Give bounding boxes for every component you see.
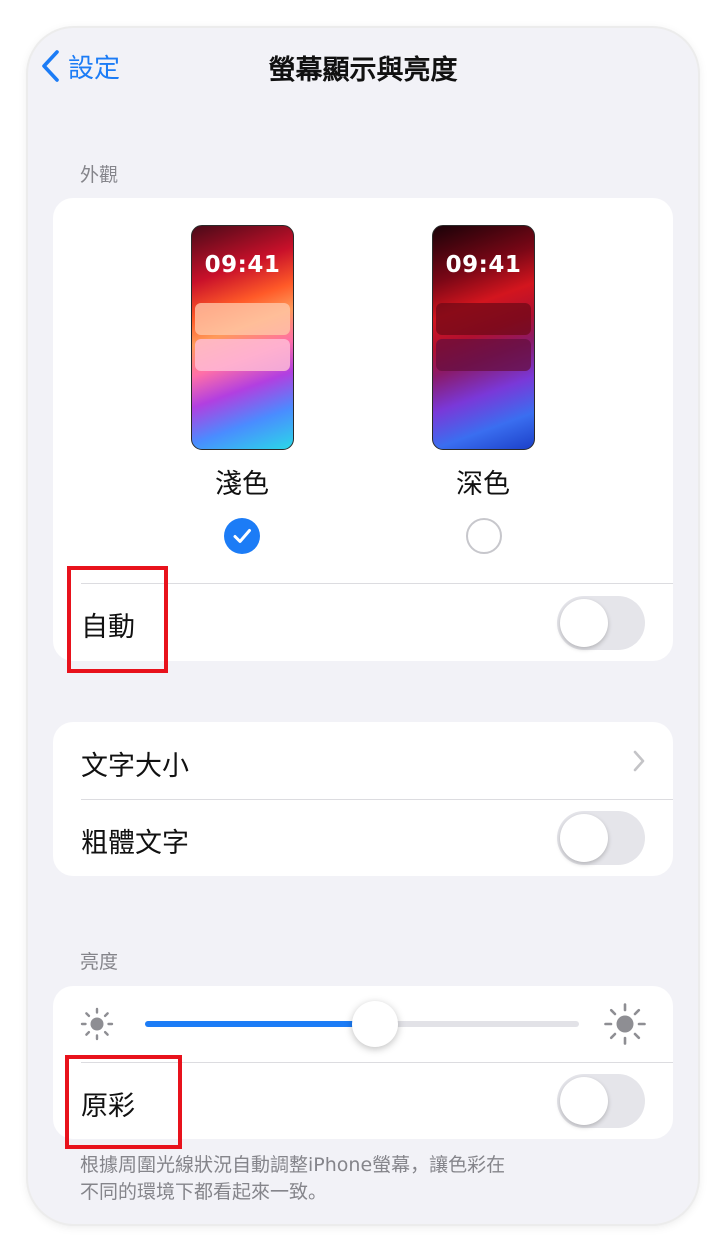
light-mode-label: 淺色 bbox=[215, 469, 269, 500]
sun-small-icon bbox=[79, 1006, 115, 1046]
true-tone-toggle[interactable] bbox=[557, 1074, 645, 1128]
navigation-bar: 設定 螢幕顯示與亮度 bbox=[28, 28, 698, 104]
brightness-card: 原彩 bbox=[53, 986, 673, 1139]
preview-widget bbox=[436, 303, 531, 335]
auto-appearance-toggle[interactable] bbox=[557, 596, 645, 650]
text-size-row[interactable]: 文字大小 bbox=[53, 722, 673, 799]
auto-appearance-label: 自動 bbox=[81, 612, 135, 643]
dark-mode-label: 深色 bbox=[456, 469, 510, 500]
checkmark-icon bbox=[224, 529, 260, 558]
preview-widget bbox=[436, 339, 531, 371]
preview-widget bbox=[195, 339, 290, 371]
true-tone-label: 原彩 bbox=[81, 1091, 135, 1122]
description-line: 不同的環境下都看起來一致。 bbox=[80, 1181, 328, 1203]
dark-mode-preview[interactable]: 09:41 bbox=[432, 225, 535, 450]
light-mode-preview[interactable]: 09:41 bbox=[191, 225, 294, 450]
brightness-slider-thumb[interactable] bbox=[352, 1001, 399, 1047]
text-size-label: 文字大小 bbox=[81, 751, 189, 782]
preview-widget bbox=[195, 303, 290, 335]
divider bbox=[81, 799, 673, 800]
description-line: 根據周圍光線狀況自動調整iPhone螢幕，讓色彩在 bbox=[80, 1154, 506, 1176]
chevron-right-icon bbox=[633, 750, 645, 776]
divider bbox=[81, 1062, 673, 1063]
preview-clock: 09:41 bbox=[204, 252, 281, 278]
toggle-knob bbox=[560, 1077, 608, 1125]
brightness-slider-fill bbox=[145, 1021, 376, 1027]
sun-large-icon bbox=[603, 1002, 647, 1050]
toggle-knob bbox=[560, 814, 608, 862]
appearance-card: 09:41 09:41 淺色 深色 自動 bbox=[53, 198, 673, 661]
divider bbox=[81, 583, 673, 584]
preview-clock: 09:41 bbox=[445, 252, 522, 278]
true-tone-description: 根據周圍光線狀況自動調整iPhone螢幕，讓色彩在 不同的環境下都看起來一致。 bbox=[80, 1152, 640, 1206]
section-header-appearance: 外觀 bbox=[80, 164, 119, 186]
dark-mode-radio[interactable] bbox=[466, 518, 502, 554]
section-header-brightness: 亮度 bbox=[80, 951, 119, 973]
light-mode-radio[interactable] bbox=[224, 518, 260, 554]
bold-text-label: 粗體文字 bbox=[81, 828, 189, 859]
settings-screen: 設定 螢幕顯示與亮度 外觀 09:41 09:41 淺色 深色 自動 文字大小 … bbox=[28, 28, 698, 1224]
text-settings-card: 文字大小 粗體文字 bbox=[53, 722, 673, 876]
bold-text-toggle[interactable] bbox=[557, 811, 645, 865]
toggle-knob bbox=[560, 599, 608, 647]
page-title: 螢幕顯示與亮度 bbox=[268, 55, 458, 86]
